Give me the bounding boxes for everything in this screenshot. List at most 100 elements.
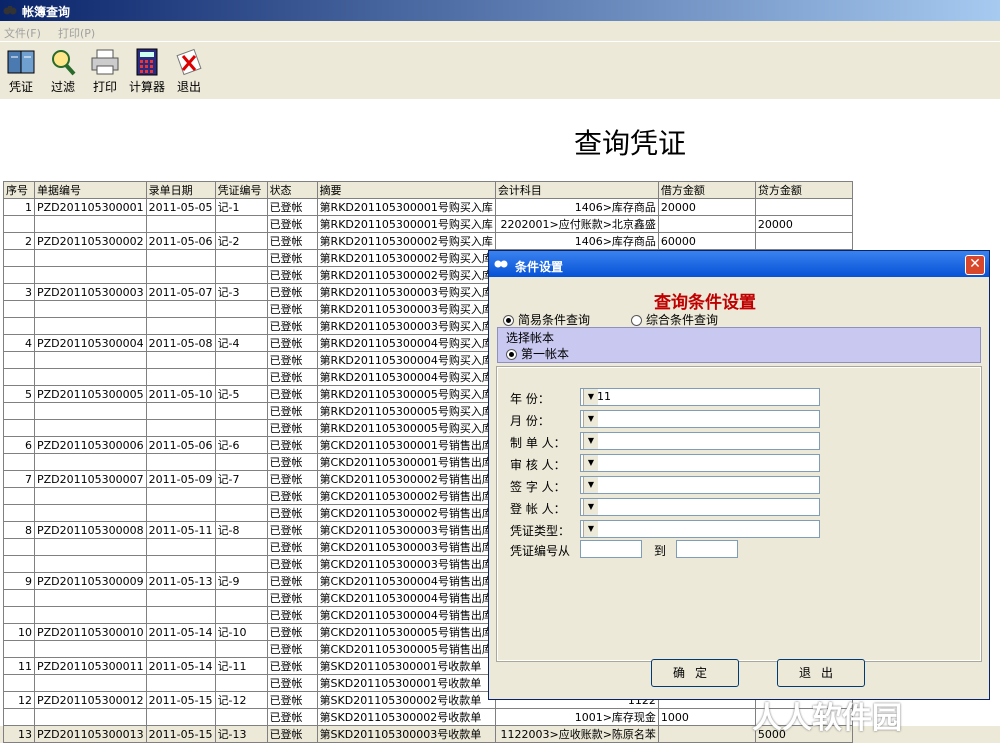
table-cell — [214, 351, 268, 369]
exit-button[interactable]: 退出 — [168, 48, 210, 100]
table-cell: 第RKD201105300005号购买入库 — [316, 419, 496, 437]
table-row[interactable]: 1 PZD201105300001 2011-05-05 记-1 已登帐 第RKD2011… — [3, 198, 853, 216]
table-cell: 第CKD201105300001号销售出库 — [316, 436, 496, 454]
magnifier-icon — [52, 50, 76, 76]
table-cell: 已登帐 — [266, 249, 318, 267]
voucher-from-input[interactable] — [580, 540, 642, 558]
chevron-down-icon[interactable]: ▼ — [583, 499, 598, 515]
table-cell: 记-5 — [214, 385, 268, 403]
table-cell: 第RKD201105300002号购买入库 — [316, 266, 496, 284]
table-cell: 1 — [3, 198, 35, 216]
voucher-to-input[interactable] — [676, 540, 738, 558]
radio-complex-query[interactable]: 综合条件查询 — [631, 311, 718, 328]
table-cell — [754, 232, 853, 250]
table-cell: 2011-05-08 — [145, 334, 216, 352]
table-row[interactable]: 2 PZD201105300002 2011-05-06 记-2 已登帐 第RKD2011… — [3, 232, 853, 250]
column-header[interactable]: 序号 — [3, 181, 35, 199]
table-cell: 已登帐 — [266, 419, 318, 437]
table-cell: 已登帐 — [266, 623, 318, 641]
calculator-icon — [136, 48, 158, 76]
table-cell — [34, 317, 147, 335]
table-cell: 第CKD201105300005号销售出库 — [316, 623, 496, 641]
voucher-button[interactable]: 凭证 — [0, 48, 42, 100]
table-cell: 10 — [3, 623, 35, 641]
table-cell: PZD201105300006 — [34, 436, 147, 454]
chevron-down-icon[interactable]: ▼ — [583, 455, 598, 471]
filter-button[interactable]: 过滤 — [42, 48, 84, 100]
table-cell — [145, 504, 216, 522]
print-button[interactable]: 打印 — [84, 48, 126, 100]
table-cell — [145, 487, 216, 505]
field-combo[interactable]: 2011▼ — [580, 388, 820, 406]
exit-dialog-button[interactable]: 退出 — [777, 659, 865, 687]
radio-simple-query[interactable]: 简易条件查询 — [503, 311, 590, 328]
chevron-down-icon[interactable]: ▼ — [583, 433, 598, 449]
table-cell — [34, 453, 147, 471]
field-combo[interactable]: ▼ — [580, 432, 820, 450]
column-header[interactable]: 录单日期 — [145, 181, 216, 199]
field-label: 制 单 人： — [510, 436, 566, 450]
field-combo[interactable]: ▼ — [580, 454, 820, 472]
ok-button[interactable]: 确定 — [651, 659, 739, 687]
table-cell: 6 — [3, 436, 35, 454]
menu-print[interactable]: 打印(P) — [58, 25, 95, 41]
table-cell: 第CKD201105300003号销售出库 — [316, 538, 496, 556]
column-header[interactable]: 贷方金额 — [754, 181, 853, 199]
table-cell: 2 — [3, 232, 35, 250]
field-label: 签 字 人： — [510, 480, 566, 494]
field-combo[interactable]: ▼ — [580, 520, 820, 538]
chevron-down-icon[interactable]: ▼ — [583, 411, 598, 427]
table-cell — [34, 215, 147, 233]
table-cell: 已登帐 — [266, 436, 318, 454]
column-header[interactable]: 状态 — [266, 181, 318, 199]
table-cell: 8 — [3, 521, 35, 539]
column-header[interactable]: 会计科目 — [494, 181, 659, 199]
field-label: 年 份： — [510, 392, 550, 406]
table-cell: PZD201105300003 — [34, 283, 147, 301]
field-combo[interactable]: 5▼ — [580, 410, 820, 428]
column-header[interactable]: 借方金额 — [657, 181, 756, 199]
table-cell: 已登帐 — [266, 453, 318, 471]
table-cell: 已登帐 — [266, 317, 318, 335]
table-cell: 第RKD201105300002号购买入库 — [316, 249, 496, 267]
table-cell — [34, 589, 147, 607]
calculator-button[interactable]: 计算器 — [126, 48, 168, 100]
menu-file[interactable]: 文件(F) — [4, 25, 41, 41]
column-header[interactable]: 摘要 — [316, 181, 496, 199]
filter-label: 过滤 — [50, 80, 75, 94]
table-row[interactable]: 13 PZD201105300013 2011-05-15 记-13 已登帐 第SKD20… — [3, 725, 853, 743]
table-cell: 记-4 — [214, 334, 268, 352]
table-cell: 记-6 — [214, 436, 268, 454]
exit-icon — [176, 48, 202, 76]
table-cell: 已登帐 — [266, 521, 318, 539]
table-cell — [214, 555, 268, 573]
table-cell: 1122003>应收账款>陈原名苯 — [494, 725, 659, 743]
table-row[interactable]: 已登帐 第SKD201105300002号收款单 1001>库存现金 1000 — [3, 708, 853, 726]
table-cell — [214, 504, 268, 522]
radio-complex-label: 综合条件查询 — [646, 313, 719, 327]
account-group-label: 选择帐本 — [506, 331, 555, 345]
column-header[interactable]: 凭证编号 — [214, 181, 268, 199]
field-combo[interactable]: ▼ — [580, 498, 820, 516]
close-icon[interactable]: ✕ — [965, 255, 985, 275]
column-header[interactable]: 单据编号 — [34, 181, 147, 199]
table-cell: 第RKD201105300004号购买入库 — [316, 351, 496, 369]
table-cell — [145, 402, 216, 420]
chevron-down-icon[interactable]: ▼ — [583, 389, 598, 405]
table-row[interactable]: 已登帐 第RKD201105300001号购买入库 2202001>应付账款>北京鑫… — [3, 215, 853, 233]
chevron-down-icon[interactable]: ▼ — [583, 521, 598, 537]
table-cell: 记-8 — [214, 521, 268, 539]
table-cell — [145, 368, 216, 386]
table-header: 序号 单据编号 录单日期 凭证编号 状态 摘要 会计科目 借方金额 贷方金额 — [3, 181, 853, 199]
dialog-titlebar: 条件设置 ✕ — [489, 251, 989, 277]
chevron-down-icon[interactable]: ▼ — [583, 477, 598, 493]
table-cell: 已登帐 — [266, 402, 318, 420]
account-option[interactable]: 第一帐本 — [506, 345, 569, 362]
table-cell: 已登帐 — [266, 504, 318, 522]
table-cell — [145, 674, 216, 692]
table-cell: 2011-05-05 — [145, 198, 216, 216]
table-cell — [3, 606, 35, 624]
field-combo[interactable]: ▼ — [580, 476, 820, 494]
table-cell — [145, 708, 216, 726]
table-cell — [3, 538, 35, 556]
